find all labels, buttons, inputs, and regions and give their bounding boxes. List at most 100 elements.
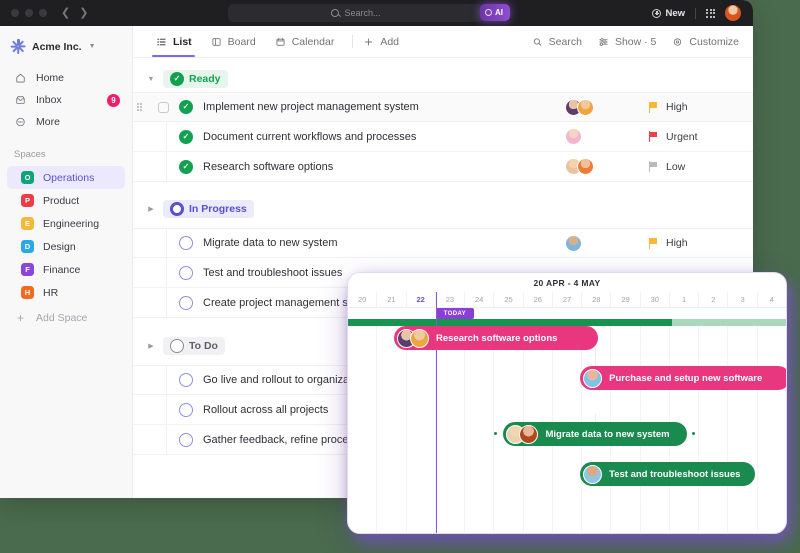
gantt-bar-handle[interactable] [692,432,696,435]
gantt-bar-handle[interactable] [493,432,497,435]
space-label: Design [43,240,76,253]
chevron-down-icon[interactable]: ▼ [146,76,156,83]
ai-button[interactable]: AI [480,4,510,21]
more-icon [16,117,25,127]
customize-button[interactable]: Customize [671,36,739,48]
table-row[interactable]: Migrate data to new system High [133,228,753,258]
gantt-day: 3 [727,292,756,307]
sidebar-item-design[interactable]: D Design [7,235,125,258]
table-row[interactable]: Implement new project management system … [133,92,753,122]
avatar[interactable] [577,98,594,116]
window-traffic-lights[interactable] [0,9,47,17]
priority-flag-icon [649,131,658,142]
priority-cell[interactable]: High [643,101,753,113]
avatar[interactable] [725,5,741,21]
priority-label: High [666,101,688,113]
priority-label: High [666,237,688,249]
show-button[interactable]: Show · 5 [597,36,656,48]
chevron-right-icon[interactable]: ▶ [146,342,156,350]
chevron-right-icon[interactable]: ▶ [146,205,156,213]
avatar[interactable] [565,234,582,252]
avatar [583,464,603,484]
search-label: Search [548,35,582,48]
sidebar-item-engineering[interactable]: E Engineering [7,212,125,235]
add-space-label: Add Space [36,312,88,324]
status-open-icon[interactable] [179,402,193,417]
status-open-icon[interactable] [179,265,193,280]
status-open-icon[interactable] [179,432,193,447]
indent-guide [166,122,167,151]
priority-flag-icon [649,237,658,249]
new-button[interactable]: New [652,8,685,19]
gantt-day: 24 [464,292,493,307]
gantt-bar-research-software-options[interactable]: Research software options [393,326,598,350]
group-header-in-progress[interactable]: ▶ In Progress [133,196,753,222]
row-checkbox[interactable] [158,101,169,113]
maximize-icon[interactable] [39,9,47,17]
chevron-down-icon[interactable]: ▼ [89,43,96,50]
gantt-bar-avatars [583,368,603,388]
global-search-bar[interactable]: Search... [228,4,484,22]
apps-grid-icon[interactable] [706,8,715,18]
priority-cell[interactable]: Urgent [643,131,753,143]
spaces-heading: Spaces [14,149,46,160]
status-open-icon[interactable] [179,236,193,250]
indent-guide [166,229,167,257]
table-row[interactable]: Document current workflows and processes… [133,122,753,152]
status-open-icon[interactable] [179,373,193,387]
home-icon [16,73,25,83]
status-progress-icon [170,202,184,216]
browser-nav[interactable]: ❮ ❯ [61,7,88,19]
assignee-avatars[interactable] [553,128,643,145]
status-done-icon[interactable] [179,129,193,144]
ai-label: AI [495,8,503,17]
gantt-bar-purchase-and-setup-new-software[interactable]: Purchase and setup new software [580,366,786,390]
filter-icon [599,37,608,46]
avatar [583,368,603,388]
gantt-bar-test-and-troubleshoot-issues[interactable]: Test and troubleshoot issues [580,462,756,486]
sidebar-item-hr[interactable]: H HR [7,281,125,304]
back-arrow-icon[interactable]: ❮ [61,7,70,19]
sidebar-item-more[interactable]: More [0,111,132,133]
close-icon[interactable] [11,9,19,17]
minimize-icon[interactable] [25,9,33,17]
assignee-avatars[interactable] [553,234,643,252]
avatar[interactable] [577,158,594,175]
search-button[interactable]: Search [531,36,582,48]
add-space-button[interactable]: + Add Space [0,306,132,330]
sidebar-item-inbox[interactable]: Inbox 9 [0,89,132,111]
sidebar-item-product[interactable]: P Product [7,189,125,212]
tab-board[interactable]: Board [201,26,265,57]
priority-cell[interactable]: High [643,237,753,249]
avatar[interactable] [565,128,582,145]
sidebar-item-home[interactable]: Home [0,67,132,89]
assignee-avatars[interactable] [553,98,643,116]
gantt-bar-avatars [583,464,603,484]
status-done-icon[interactable] [179,100,193,114]
workspace-selector[interactable]: Acme Inc. ▼ [0,36,132,54]
forward-arrow-icon[interactable]: ❯ [79,7,88,19]
space-label: Engineering [43,217,100,230]
drag-handle-icon[interactable] [137,103,142,111]
new-button-label: New [665,7,685,19]
group-label: In Progress [189,203,247,215]
group-header-ready[interactable]: ▼ Ready [133,66,753,92]
today-label: TODAY [443,310,467,317]
gantt-bar-migrate-data-to-new-system[interactable]: Migrate data to new system [503,422,688,446]
status-done-icon[interactable] [179,159,193,174]
gantt-day: 29 [610,292,639,307]
gantt-day-axis: 20 21 22 23 24 25 26 27 28 29 30 1 2 3 4 [348,292,786,308]
add-view-button[interactable]: Add [362,36,399,48]
tab-label: List [173,35,192,48]
sidebar-item-operations[interactable]: O Operations [7,166,125,189]
space-label: Product [43,194,80,207]
tab-calendar[interactable]: Calendar [265,26,344,57]
sidebar-item-label: More [36,116,60,128]
table-row[interactable]: Research software options Low [133,152,753,182]
sidebar-item-finance[interactable]: F Finance [7,258,125,281]
tab-list[interactable]: List [146,26,201,57]
assignee-avatars[interactable] [553,158,643,175]
priority-cell[interactable]: Low [643,161,753,173]
status-open-icon[interactable] [179,295,193,310]
workspace-logo-icon [10,38,26,54]
